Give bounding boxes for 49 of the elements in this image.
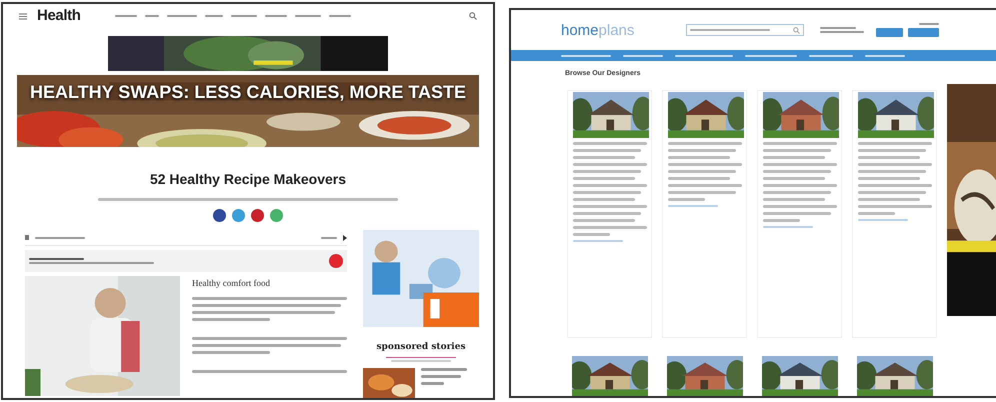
- illegible-text: [763, 198, 825, 200]
- sidebar-heading: sponsored stories: [376, 341, 466, 354]
- illegible-text: [421, 382, 444, 384]
- illegible-text: [858, 176, 920, 180]
- illegible-text: [421, 374, 461, 378]
- illegible-text: [858, 190, 926, 194]
- illegible-text: [573, 232, 610, 236]
- illegible-text: [668, 170, 736, 172]
- illegible-text: [858, 170, 926, 172]
- share-button[interactable]: [213, 209, 226, 222]
- illegible-text: [573, 156, 635, 158]
- illegible-text: [858, 156, 920, 158]
- illegible-text: [573, 170, 641, 172]
- coupon-arrow-button[interactable]: [329, 254, 343, 268]
- header-button[interactable]: [876, 28, 904, 37]
- illegible-text: [763, 218, 800, 222]
- illegible-text: [763, 170, 831, 172]
- search-field[interactable]: [686, 24, 804, 36]
- illegible-text: [858, 148, 926, 152]
- illegible-text: [763, 212, 831, 214]
- illegible-text: [573, 190, 641, 194]
- illegible-text: [668, 156, 730, 158]
- illegible-text: [668, 148, 736, 152]
- illegible-text: [858, 212, 895, 214]
- illegible-text: [573, 176, 635, 180]
- illegible-text: [763, 190, 831, 194]
- illegible-text: [573, 198, 635, 200]
- page-icon: [25, 235, 29, 240]
- site-logo[interactable]: Health: [37, 4, 81, 28]
- illegible-text: [573, 148, 641, 152]
- illegible-text: [763, 148, 831, 152]
- article-heading: Healthy comfort food: [192, 277, 271, 290]
- illegible-text: [668, 176, 730, 180]
- search-icon[interactable]: [469, 12, 477, 20]
- site-logo[interactable]: homeplans: [561, 22, 634, 38]
- share-button[interactable]: [251, 209, 264, 222]
- menu-icon[interactable]: [19, 12, 27, 20]
- illegible-text: [763, 156, 825, 158]
- next-arrow-icon[interactable]: [343, 234, 347, 240]
- illegible-text: [858, 198, 920, 200]
- illegible-text: [763, 176, 825, 180]
- illegible-text: [573, 218, 635, 222]
- hero-headline: HEALTHY SWAPS: LESS CALORIES, MORE TASTE: [30, 83, 466, 101]
- illegible-text: [668, 198, 705, 200]
- illegible-text: [668, 190, 736, 194]
- illegible-text: [421, 368, 467, 370]
- illegible-text: [573, 212, 641, 214]
- search-icon[interactable]: [793, 26, 800, 34]
- page-title: 52 Healthy Recipe Makeovers: [150, 170, 346, 189]
